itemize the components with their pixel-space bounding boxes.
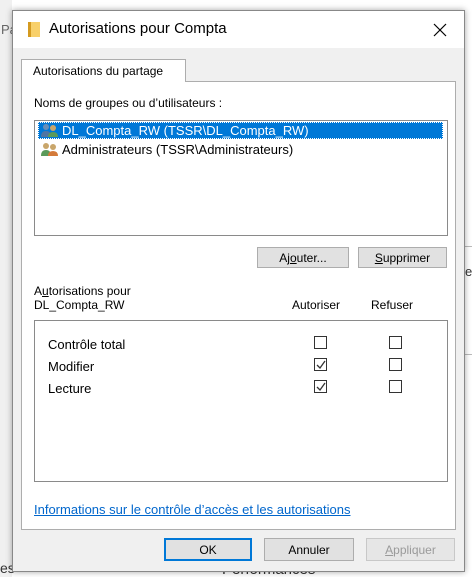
user-name: DL_Compta_RW (TSSR\DL_Compta_RW): [62, 123, 309, 138]
tab-share-permissions[interactable]: Autorisations du partage: [21, 59, 186, 82]
permissions-list: Contrôle total Modifier Lecture: [34, 320, 448, 482]
allow-column-header: Autoriser: [292, 298, 341, 312]
allow-checkbox-full-control[interactable]: [314, 336, 327, 349]
permissions-header-line1: Autorisations pour: [34, 284, 131, 298]
add-button[interactable]: Aj o uter...: [257, 247, 349, 268]
user-group-icon: [41, 124, 58, 137]
permissions-header-line2: DL_Compta_RW: [34, 298, 125, 312]
permission-label: Modifier: [48, 359, 95, 374]
background-window-edge: [0, 0, 12, 577]
close-icon: [433, 23, 447, 37]
deny-checkbox-modify[interactable]: [389, 358, 402, 371]
ok-button[interactable]: OK: [164, 538, 252, 561]
list-item[interactable]: DL_Compta_RW (TSSR\DL_Compta_RW): [38, 122, 443, 139]
tab-label: Autorisations du partage: [33, 64, 164, 78]
permission-row-read: Lecture: [48, 379, 443, 399]
dialog-title: Autorisations pour Compta: [49, 20, 227, 37]
deny-checkbox-read[interactable]: [389, 380, 402, 393]
user-list[interactable]: DL_Compta_RW (TSSR\DL_Compta_RW) Adminis…: [34, 120, 448, 236]
cancel-button[interactable]: Annuler: [264, 538, 354, 561]
apply-button[interactable]: Appliquer: [366, 538, 455, 561]
permissions-dialog: Autorisations pour Compta Autorisations …: [12, 10, 465, 572]
title-bar[interactable]: Autorisations pour Compta: [13, 11, 464, 48]
checkmark-icon: [316, 360, 326, 370]
permission-label: Contrôle total: [48, 337, 126, 352]
folder-icon: [28, 22, 40, 37]
user-name: Administrateurs (TSSR\Administrateurs): [62, 142, 294, 157]
list-item[interactable]: Administrateurs (TSSR\Administrateurs): [38, 141, 293, 158]
user-group-icon: [41, 143, 58, 156]
remove-button[interactable]: Supprimer: [358, 247, 447, 268]
tab-panel: Noms de groupes ou d’utilisateurs : DL_C…: [21, 81, 456, 530]
permission-row-full-control: Contrôle total: [48, 335, 443, 355]
access-control-info-link[interactable]: Informations sur le contrôle d’accès et …: [34, 502, 351, 517]
close-button[interactable]: [421, 15, 459, 45]
groups-label: Noms de groupes ou d’utilisateurs :: [34, 96, 223, 110]
background-text-fragment: e: [465, 264, 472, 279]
permission-label: Lecture: [48, 381, 92, 396]
allow-checkbox-read[interactable]: [314, 380, 327, 393]
checkmark-icon: [316, 382, 326, 392]
deny-checkbox-full-control[interactable]: [389, 336, 402, 349]
desktop: Pa e es Performances Autorisations pour …: [0, 0, 472, 577]
allow-checkbox-modify[interactable]: [314, 358, 327, 371]
permission-row-modify: Modifier: [48, 357, 443, 377]
deny-column-header: Refuser: [371, 298, 414, 312]
